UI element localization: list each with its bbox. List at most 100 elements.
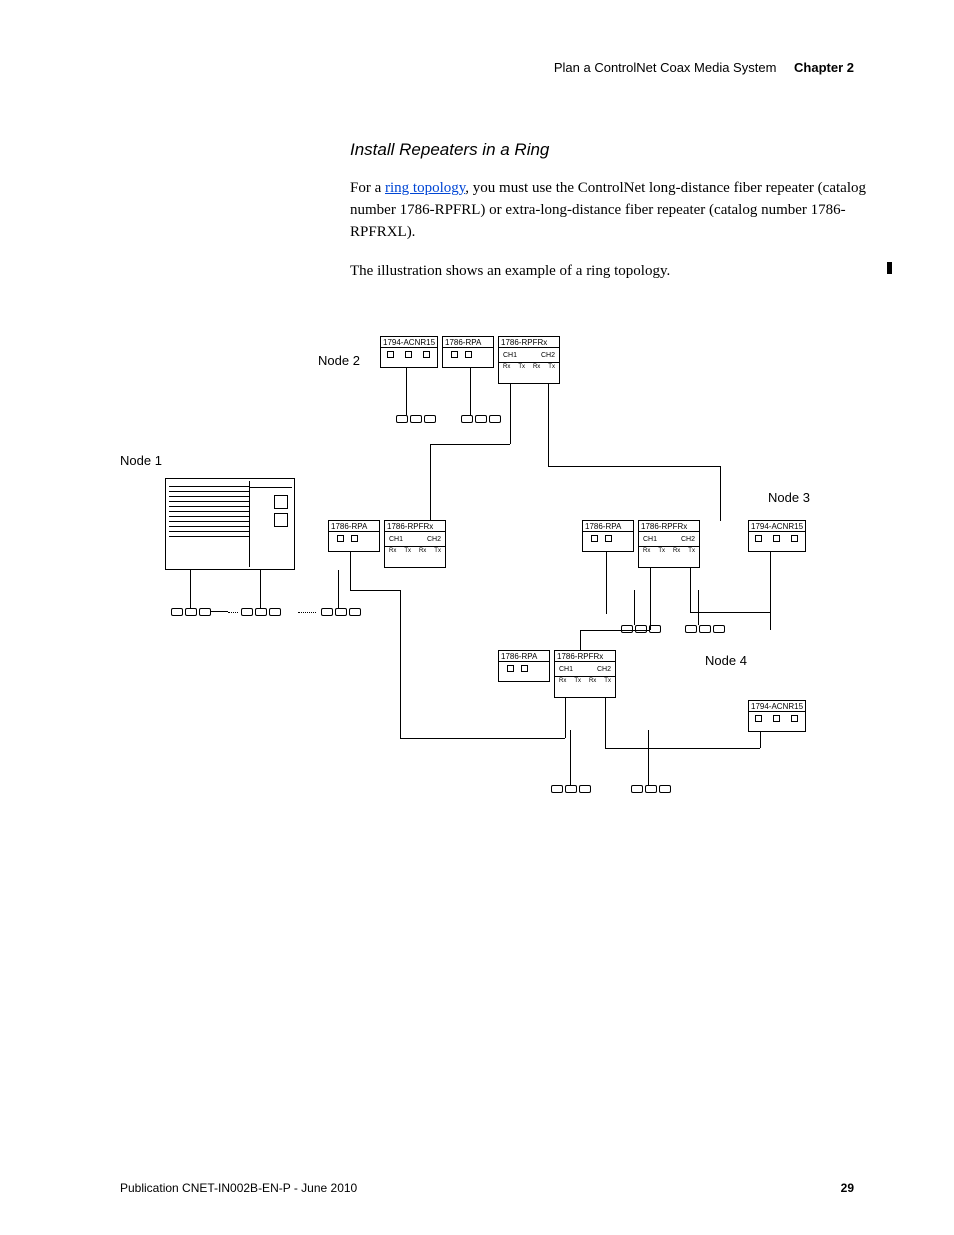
tx-label: Tx	[658, 548, 665, 554]
tx-label: Tx	[574, 678, 581, 684]
ch2-label: CH2	[541, 352, 555, 359]
module-label: 1794-ACNR15	[749, 701, 805, 711]
connector-strip	[320, 608, 362, 618]
fiber-line	[400, 590, 401, 738]
module-label: 1786-RPA	[443, 337, 493, 347]
coax-line	[190, 570, 191, 608]
fiber-line	[760, 732, 761, 748]
ring-topology-diagram: Node 2 Node 1 Node 3 Node 4 1794-ACNR15 …	[150, 330, 850, 830]
page-header: Plan a ControlNet Coax Media System Chap…	[554, 60, 854, 75]
change-bar-icon	[887, 262, 892, 274]
page-footer: Publication CNET-IN002B-EN-P - June 2010…	[120, 1181, 854, 1195]
fiber-line	[720, 466, 721, 521]
rx-label: Rx	[503, 364, 510, 370]
module-label: 1786-RPA	[499, 651, 549, 661]
node-2-label: Node 2	[318, 353, 360, 368]
fiber-line	[690, 568, 691, 612]
rx-label: Rx	[533, 364, 540, 370]
fiber-line	[548, 384, 549, 466]
rack-node1	[165, 478, 295, 570]
module-label: 1786-RPFRx	[499, 337, 559, 347]
fiber-line	[650, 568, 651, 630]
module-acnr-node4: 1794-ACNR15	[748, 700, 806, 732]
rx-label: Rx	[643, 548, 650, 554]
rx-label: Rx	[389, 548, 396, 554]
rx-label: Rx	[673, 548, 680, 554]
coax-line	[406, 368, 407, 415]
fiber-line	[580, 630, 581, 650]
module-rpfrx-mid1: 1786-RPFRx CH1 CH2 Rx Tx Rx Tx	[384, 520, 446, 568]
connector-strip	[395, 415, 437, 425]
tx-label: Tx	[404, 548, 411, 554]
rx-label: Rx	[559, 678, 566, 684]
coax-line	[634, 590, 635, 625]
connector-strip	[630, 785, 672, 795]
dotted-gap	[298, 612, 316, 613]
node-4-label: Node 4	[705, 653, 747, 668]
module-rpfrx-mid2: 1786-RPFRx CH1 CH2 Rx Tx Rx Tx	[638, 520, 700, 568]
fiber-line	[400, 738, 565, 739]
fiber-line	[605, 698, 606, 748]
section-heading: Install Repeaters in a Ring	[350, 140, 884, 160]
tx-label: Tx	[688, 548, 695, 554]
module-rpa-mid1: 1786-RPA	[328, 520, 380, 552]
module-acnr-node2: 1794-ACNR15	[380, 336, 438, 368]
ch2-label: CH2	[681, 536, 695, 543]
connector-strip	[684, 625, 726, 635]
connector-strip	[550, 785, 592, 795]
fiber-line	[510, 384, 511, 444]
fiber-line	[430, 444, 510, 445]
body-paragraph-2: The illustration shows an example of a r…	[350, 261, 884, 283]
module-label: 1786-RPA	[329, 521, 379, 531]
coax-line	[470, 368, 471, 415]
fiber-line	[690, 612, 770, 613]
body-paragraph-1: For a ring topology, you must use the Co…	[350, 178, 884, 243]
fiber-line	[605, 748, 760, 749]
tx-label: Tx	[434, 548, 441, 554]
ch1-label: CH1	[559, 666, 573, 673]
coax-line	[260, 570, 261, 608]
ring-topology-link[interactable]: ring topology	[385, 180, 465, 196]
module-label: 1786-RPFRx	[385, 521, 445, 531]
module-rpfrx-node2: 1786-RPFRx CH1 CH2 Rx Tx Rx Tx	[498, 336, 560, 384]
page-number: 29	[841, 1181, 854, 1195]
coax-line	[210, 611, 228, 612]
module-rpa-mid2: 1786-RPA	[582, 520, 634, 552]
fiber-line	[350, 552, 351, 590]
ch1-label: CH1	[503, 352, 517, 359]
breadcrumb-text: Plan a ControlNet Coax Media System	[554, 60, 777, 75]
ch2-label: CH2	[597, 666, 611, 673]
module-acnr-node3: 1794-ACNR15	[748, 520, 806, 552]
node-3-label: Node 3	[768, 490, 810, 505]
rx-label: Rx	[419, 548, 426, 554]
node-1-label: Node 1	[120, 453, 162, 468]
coax-line	[648, 730, 649, 785]
module-rpa-node2: 1786-RPA	[442, 336, 494, 368]
rx-label: Rx	[589, 678, 596, 684]
module-label: 1794-ACNR15	[381, 337, 437, 347]
ch1-label: CH1	[643, 536, 657, 543]
fiber-line	[770, 552, 771, 612]
fiber-line	[548, 466, 720, 467]
connector-strip	[240, 608, 282, 618]
module-rpfrx-bottom: 1786-RPFRx CH1 CH2 Rx Tx Rx Tx	[554, 650, 616, 698]
fiber-line	[350, 590, 400, 591]
connector-strip	[170, 608, 212, 618]
module-label: 1794-ACNR15	[749, 521, 805, 531]
coax-line	[570, 730, 571, 785]
connector-strip	[460, 415, 502, 425]
dotted-gap	[228, 612, 238, 613]
module-rpa-bottom: 1786-RPA	[498, 650, 550, 682]
module-label: 1786-RPA	[583, 521, 633, 531]
coax-line	[770, 612, 771, 630]
coax-line	[698, 590, 699, 625]
fiber-line	[565, 698, 566, 738]
tx-label: Tx	[518, 364, 525, 370]
module-label: 1786-RPFRx	[639, 521, 699, 531]
chapter-label: Chapter 2	[794, 60, 854, 75]
coax-line	[338, 570, 339, 608]
fiber-line	[430, 444, 431, 520]
ch1-label: CH1	[389, 536, 403, 543]
coax-line	[606, 552, 607, 614]
publication-id: Publication CNET-IN002B-EN-P - June 2010	[120, 1181, 357, 1195]
